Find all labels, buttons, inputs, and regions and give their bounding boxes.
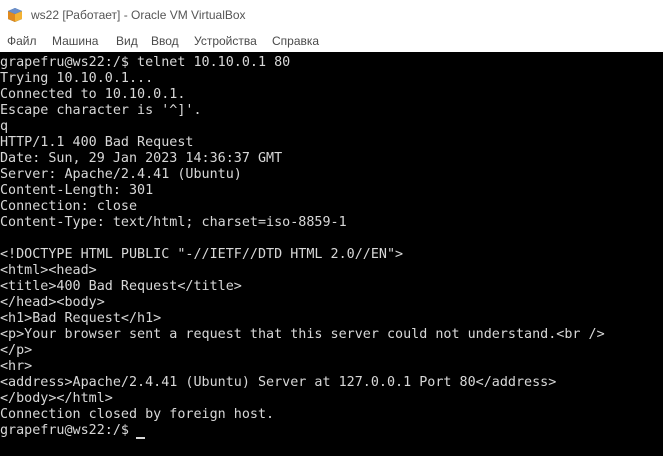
terminal-line: <h1>Bad Request</h1> xyxy=(0,311,162,326)
terminal-line: <html><head> xyxy=(0,263,97,278)
terminal-line: Content-Type: text/html; charset=iso-885… xyxy=(0,215,347,230)
terminal-line: Date: Sun, 29 Jan 2023 14:36:37 GMT xyxy=(0,151,283,166)
menu-file[interactable]: Файл xyxy=(7,34,37,48)
terminal-line: Server: Apache/2.4.41 (Ubuntu) xyxy=(0,167,242,182)
terminal-line: grapefru@ws22:/$ telnet 10.10.0.1 80 xyxy=(0,55,291,70)
virtualbox-app-icon xyxy=(7,7,23,23)
terminal-line: Trying 10.10.0.1... xyxy=(0,71,154,86)
terminal-line: Content-Length: 301 xyxy=(0,183,154,198)
terminal-line: <!DOCTYPE HTML PUBLIC "-//IETF//DTD HTML… xyxy=(0,247,404,262)
terminal-line: HTTP/1.1 400 Bad Request xyxy=(0,135,194,150)
shell-prompt: grapefru@ws22:/$ xyxy=(0,423,138,438)
menu-machine[interactable]: Машина xyxy=(52,34,98,48)
terminal-line: q xyxy=(0,119,9,134)
terminal-line: </p> xyxy=(0,343,33,358)
vm-console-screen[interactable]: grapefru@ws22:/$ telnet 10.10.0.1 80 Try… xyxy=(0,52,663,456)
window-title: ws22 [Работает] - Oracle VM VirtualBox xyxy=(31,8,246,22)
terminal-line: Escape character is '^]'. xyxy=(0,103,202,118)
menu-bar: Файл Машина Вид Ввод Устройства Справка xyxy=(0,30,663,52)
terminal-line: </head><body> xyxy=(0,295,105,310)
menu-input[interactable]: Ввод xyxy=(151,34,179,48)
terminal-line: Connected to 10.10.0.1. xyxy=(0,87,186,102)
terminal-line: <title>400 Bad Request</title> xyxy=(0,279,242,294)
title-bar: ws22 [Работает] - Oracle VM VirtualBox xyxy=(0,0,663,30)
menu-view[interactable]: Вид xyxy=(116,34,138,48)
terminal-line: </body></html> xyxy=(0,391,113,406)
terminal-line: <hr> xyxy=(0,359,33,374)
terminal-line: <p>Your browser sent a request that this… xyxy=(0,327,605,342)
terminal-line: <address>Apache/2.4.41 (Ubuntu) Server a… xyxy=(0,375,557,390)
text-cursor xyxy=(136,437,145,439)
terminal-line: Connection closed by foreign host. xyxy=(0,407,275,422)
menu-devices[interactable]: Устройства xyxy=(194,34,257,48)
virtualbox-window: ws22 [Работает] - Oracle VM VirtualBox Ф… xyxy=(0,0,663,456)
menu-help[interactable]: Справка xyxy=(272,34,319,48)
terminal-line: Connection: close xyxy=(0,199,138,214)
